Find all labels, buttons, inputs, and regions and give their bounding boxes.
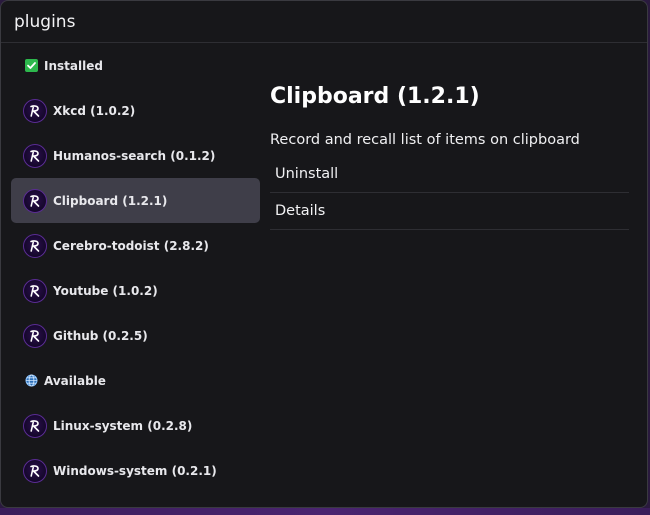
plugin-detail-description: Record and recall list of items on clipb… [270,132,580,148]
plugin-item-label: Github (0.2.5) [53,328,148,343]
details-button[interactable]: Details [270,193,629,230]
section-label-installed: Installed [44,58,103,73]
plugin-item-youtube[interactable]: Youtube (1.0.2) [11,268,260,313]
plugin-detail-title: Clipboard (1.2.1) [270,84,480,109]
plugin-item-linux-system[interactable]: Linux-system (0.2.8) [11,403,260,448]
cerebro-logo-icon [23,323,47,348]
globe-icon [25,374,38,387]
cerebro-logo-icon [23,188,47,213]
plugin-item-humanos-search[interactable]: Humanos-search (0.1.2) [11,133,260,178]
window-title: plugins [14,11,76,32]
titlebar: plugins [1,1,647,43]
checkbox-checked-icon [25,59,38,72]
cerebro-logo-icon [23,98,47,123]
plugin-item-label: Youtube (1.0.2) [53,283,158,298]
plugin-item-label: Cerebro-todoist (2.8.2) [53,238,209,253]
section-header-installed: Installed [11,43,260,88]
background-strip [0,508,650,515]
plugin-sidebar: Installed Xkcd (1.0.2) Humanos-search (0… [1,43,269,507]
plugin-item-label: Clipboard (1.2.1) [53,193,168,208]
plugin-item-cerebro-todoist[interactable]: Cerebro-todoist (2.8.2) [11,223,260,268]
plugin-item-label: Linux-system (0.2.8) [53,418,193,433]
uninstall-button[interactable]: Uninstall [270,156,629,193]
cerebro-logo-icon [23,233,47,258]
plugin-item-xkcd[interactable]: Xkcd (1.0.2) [11,88,260,133]
cerebro-logo-icon [23,278,47,303]
cerebro-logo-icon [23,413,47,438]
plugin-action-list: Uninstall Details [270,156,629,230]
cerebro-logo-icon [23,458,47,483]
plugin-item-label: Humanos-search (0.1.2) [53,148,216,163]
plugin-item-windows-system[interactable]: Windows-system (0.2.1) [11,448,260,493]
section-header-available: Available [11,358,260,403]
plugins-window: plugins Installed Xkcd (1.0.2) Humanos-s… [0,0,648,508]
plugin-item-clipboard[interactable]: Clipboard (1.2.1) [11,178,260,223]
cerebro-logo-icon [23,143,47,168]
plugin-item-label: Xkcd (1.0.2) [53,103,136,118]
plugin-detail-panel: Clipboard (1.2.1) Record and recall list… [270,43,629,507]
plugin-item-github[interactable]: Github (0.2.5) [11,313,260,358]
plugin-item-label: Windows-system (0.2.1) [53,463,217,478]
section-label-available: Available [44,373,106,388]
